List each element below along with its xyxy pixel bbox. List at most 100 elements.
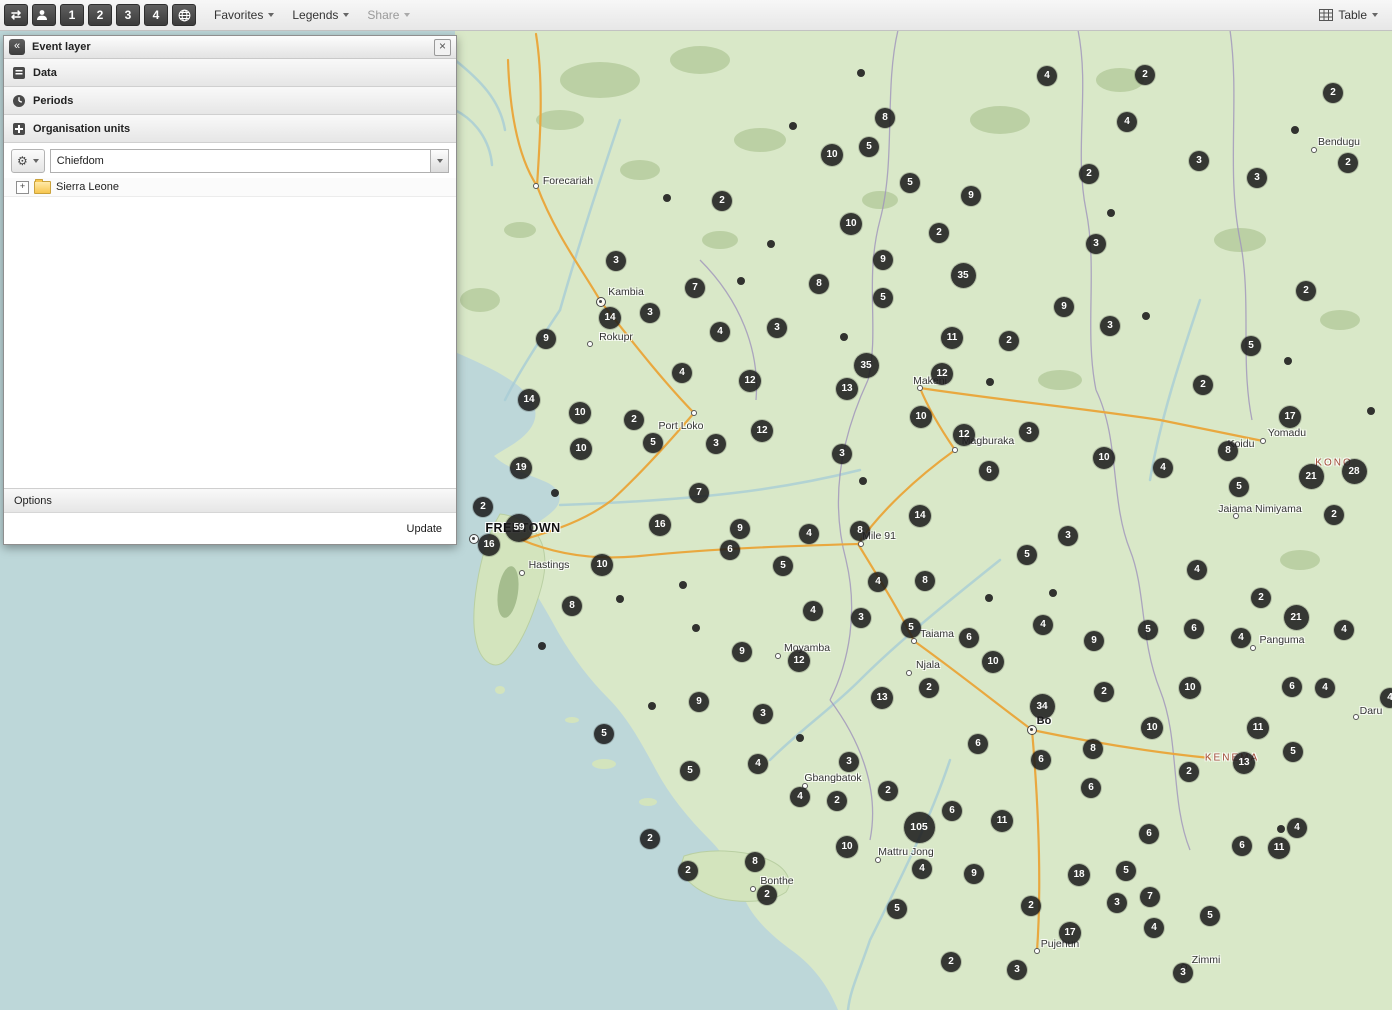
event-dot[interactable] — [1284, 357, 1292, 365]
event-cluster[interactable]: 10 — [1141, 717, 1163, 739]
event-cluster[interactable]: 2 — [1251, 588, 1271, 608]
event-cluster[interactable]: 5 — [859, 137, 879, 157]
event-cluster[interactable]: 8 — [1218, 441, 1238, 461]
event-cluster[interactable]: 2 — [1323, 83, 1343, 103]
event-cluster[interactable]: 4 — [1144, 918, 1164, 938]
event-cluster[interactable]: 105 — [904, 812, 935, 843]
event-cluster[interactable]: 10 — [1179, 677, 1201, 699]
event-cluster[interactable]: 4 — [1287, 818, 1307, 838]
event-cluster[interactable]: 4 — [1187, 560, 1207, 580]
event-cluster[interactable]: 10 — [836, 836, 858, 858]
event-dot[interactable] — [616, 595, 624, 603]
event-cluster[interactable]: 10 — [982, 651, 1004, 673]
event-cluster[interactable]: 19 — [510, 457, 532, 479]
event-cluster[interactable]: 10 — [569, 402, 591, 424]
event-cluster[interactable]: 4 — [803, 601, 823, 621]
event-cluster[interactable]: 3 — [1058, 526, 1078, 546]
event-cluster[interactable]: 5 — [901, 618, 921, 638]
event-cluster[interactable]: 8 — [1083, 739, 1103, 759]
event-cluster[interactable]: 2 — [878, 781, 898, 801]
event-cluster[interactable]: 34 — [1030, 694, 1055, 719]
event-dot[interactable] — [737, 277, 745, 285]
event-cluster[interactable]: 5 — [680, 761, 700, 781]
event-cluster[interactable]: 9 — [873, 250, 893, 270]
collapse-panel-icon[interactable]: « — [9, 39, 25, 55]
combo-trigger[interactable] — [430, 150, 448, 172]
profile-button[interactable] — [32, 4, 56, 26]
event-cluster[interactable]: 3 — [753, 704, 773, 724]
event-cluster[interactable]: 3 — [851, 608, 871, 628]
event-cluster[interactable]: 9 — [732, 642, 752, 662]
event-cluster[interactable]: 4 — [790, 787, 810, 807]
event-cluster[interactable]: 4 — [799, 524, 819, 544]
event-cluster[interactable]: 3 — [1019, 422, 1039, 442]
event-cluster[interactable]: 14 — [909, 505, 931, 527]
event-cluster[interactable]: 6 — [1232, 836, 1252, 856]
event-cluster[interactable]: 10 — [570, 438, 592, 460]
event-cluster[interactable]: 6 — [1282, 677, 1302, 697]
section-orgunits[interactable]: Organisation units — [4, 115, 456, 143]
event-cluster[interactable]: 8 — [915, 571, 935, 591]
event-cluster[interactable]: 14 — [518, 389, 540, 411]
event-dot[interactable] — [663, 194, 671, 202]
event-cluster[interactable]: 11 — [1268, 837, 1290, 859]
event-cluster[interactable]: 21 — [1299, 464, 1324, 489]
event-cluster[interactable]: 4 — [710, 322, 730, 342]
legends-menu[interactable]: Legends — [292, 0, 349, 30]
event-cluster[interactable]: 12 — [751, 420, 773, 442]
event-cluster[interactable]: 2 — [678, 861, 698, 881]
event-cluster[interactable]: 2 — [999, 331, 1019, 351]
event-cluster[interactable]: 9 — [536, 329, 556, 349]
event-cluster[interactable]: 4 — [672, 363, 692, 383]
event-cluster[interactable]: 4 — [1334, 620, 1354, 640]
event-cluster[interactable]: 10 — [910, 406, 932, 428]
event-cluster[interactable]: 6 — [942, 801, 962, 821]
event-dot[interactable] — [857, 69, 865, 77]
event-cluster[interactable]: 5 — [1138, 620, 1158, 640]
event-cluster[interactable]: 3 — [1086, 234, 1106, 254]
event-cluster[interactable]: 6 — [1184, 619, 1204, 639]
section-periods[interactable]: Periods — [4, 87, 456, 115]
event-cluster[interactable]: 6 — [968, 734, 988, 754]
event-cluster[interactable]: 14 — [599, 307, 621, 329]
event-cluster[interactable]: 12 — [739, 370, 761, 392]
event-cluster[interactable]: 2 — [1338, 153, 1358, 173]
event-cluster[interactable]: 4 — [1315, 678, 1335, 698]
event-cluster[interactable]: 4 — [748, 754, 768, 774]
event-cluster[interactable]: 2 — [1079, 164, 1099, 184]
view-button-1[interactable]: 1 — [60, 4, 84, 26]
event-cluster[interactable]: 2 — [929, 223, 949, 243]
event-dot[interactable] — [789, 122, 797, 130]
event-cluster[interactable]: 18 — [1068, 864, 1090, 886]
event-cluster[interactable]: 2 — [919, 678, 939, 698]
event-cluster[interactable]: 3 — [1107, 893, 1127, 913]
event-dot[interactable] — [551, 489, 559, 497]
event-cluster[interactable]: 12 — [953, 424, 975, 446]
event-cluster[interactable]: 6 — [720, 540, 740, 560]
event-cluster[interactable]: 4 — [1117, 112, 1137, 132]
event-cluster[interactable]: 4 — [1033, 615, 1053, 635]
event-dot[interactable] — [986, 378, 994, 386]
event-dot[interactable] — [985, 594, 993, 602]
event-cluster[interactable]: 13 — [836, 378, 858, 400]
event-cluster[interactable]: 2 — [1179, 762, 1199, 782]
favorites-menu[interactable]: Favorites — [214, 0, 274, 30]
event-cluster[interactable]: 11 — [1247, 717, 1269, 739]
event-cluster[interactable]: 59 — [505, 514, 533, 542]
event-cluster[interactable]: 5 — [900, 173, 920, 193]
event-cluster[interactable]: 2 — [1296, 281, 1316, 301]
event-cluster[interactable]: 2 — [712, 191, 732, 211]
event-cluster[interactable]: 6 — [1081, 778, 1101, 798]
event-cluster[interactable]: 3 — [606, 251, 626, 271]
event-cluster[interactable]: 4 — [1037, 66, 1057, 86]
view-button-2[interactable]: 2 — [88, 4, 112, 26]
event-cluster[interactable]: 6 — [1139, 824, 1159, 844]
event-cluster[interactable]: 35 — [854, 353, 879, 378]
event-cluster[interactable]: 6 — [979, 461, 999, 481]
event-dot[interactable] — [679, 581, 687, 589]
event-cluster[interactable]: 16 — [649, 514, 671, 536]
event-cluster[interactable]: 16 — [478, 534, 500, 556]
event-cluster[interactable]: 3 — [1247, 168, 1267, 188]
section-data[interactable]: Data — [4, 59, 456, 87]
event-cluster[interactable]: 5 — [773, 556, 793, 576]
